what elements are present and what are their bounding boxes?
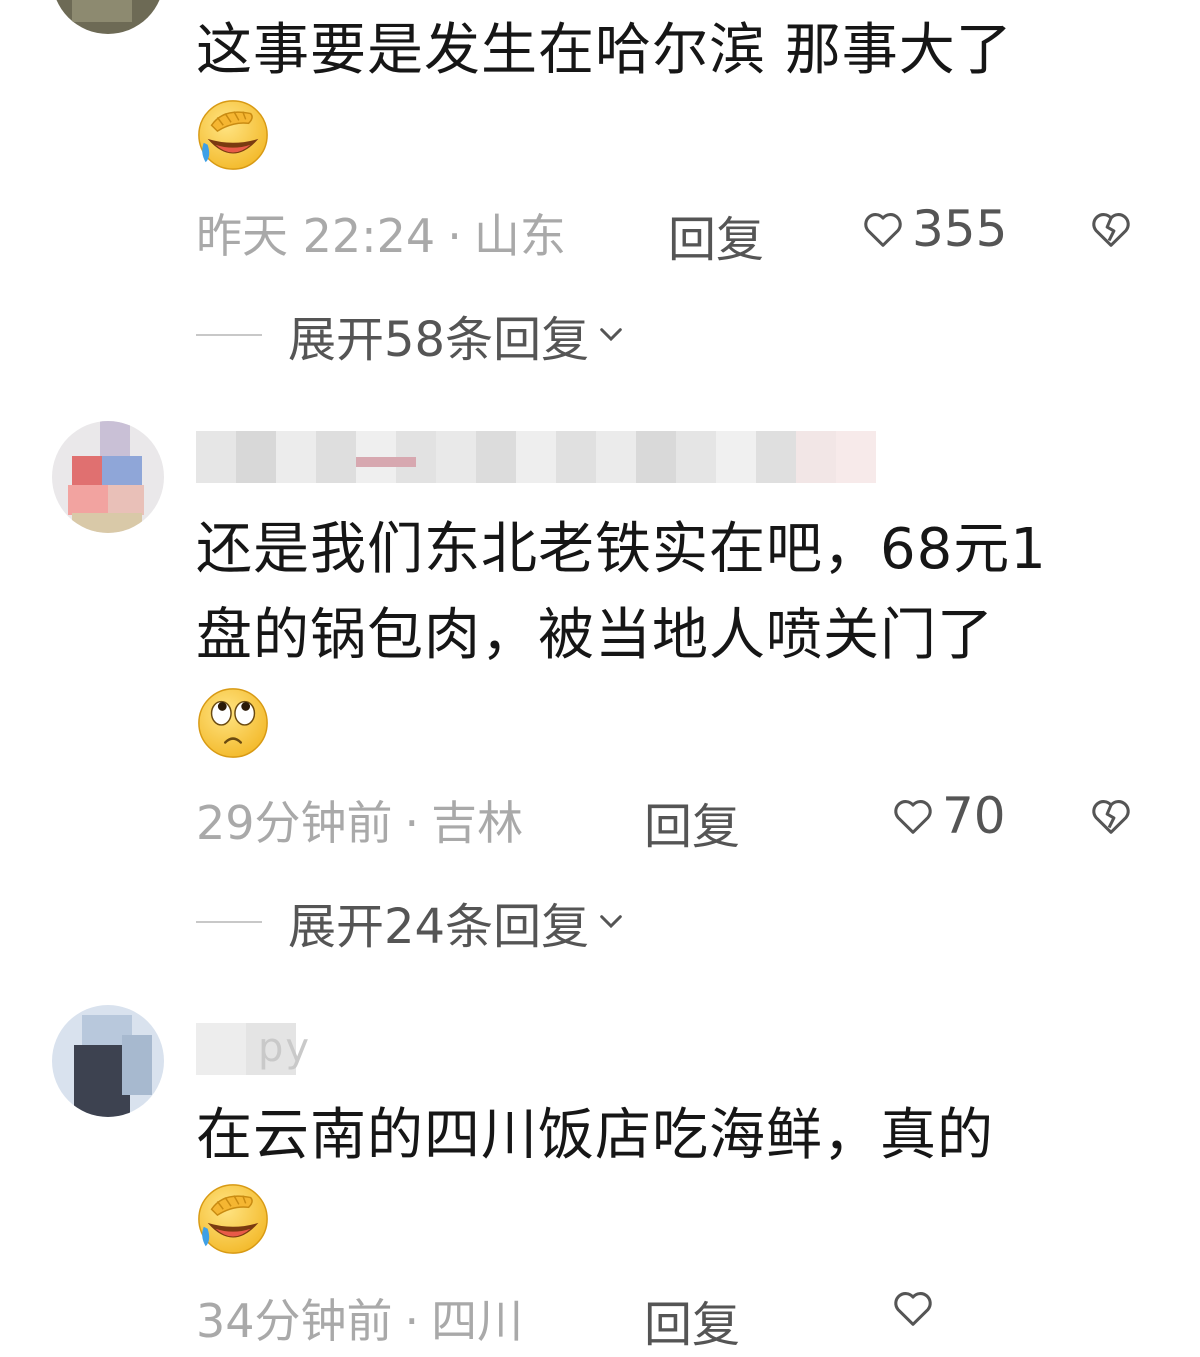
meta-separator: ·: [447, 209, 462, 263]
meta-separator: ·: [404, 1294, 420, 1348]
comment-text: 在云南的四川饭店吃海鲜，真的: [196, 1093, 1156, 1179]
meta-separator: ·: [404, 796, 420, 850]
facepalm-laugh-emoji: [198, 100, 268, 170]
comment-text-line: 盘的锅包肉，被当地人喷关门了: [196, 603, 994, 668]
like-count: 355: [912, 200, 1008, 258]
divider-line: [196, 921, 262, 923]
heart-icon: [894, 800, 932, 834]
like-button[interactable]: 70: [890, 787, 1006, 845]
expand-replies-label: 展开24条回复: [288, 899, 590, 955]
comment-text: 这事要是发生在哈尔滨 那事大了: [196, 8, 1156, 94]
avatar[interactable]: [52, 0, 164, 34]
comment-location: 四川: [431, 1294, 524, 1348]
comment-time: 29分钟前: [196, 796, 393, 850]
comment-time: 昨天 22:24: [196, 209, 436, 263]
comment-location: 山东: [473, 209, 566, 263]
comment-text-line: 这事要是发生在哈尔滨 那事大了: [196, 18, 1013, 83]
eye-roll-emoji: [198, 688, 268, 758]
reply-button[interactable]: 回复: [644, 787, 740, 857]
chevron-down-icon: [600, 915, 622, 929]
comment-location: 吉林: [431, 796, 524, 850]
avatar[interactable]: [52, 421, 164, 533]
heart-icon: [864, 213, 902, 247]
broken-heart-icon[interactable]: [1088, 206, 1134, 252]
chevron-down-icon: [600, 328, 622, 342]
comment-meta: 昨天 22:24 · 山东: [196, 200, 566, 266]
divider-line: [196, 334, 262, 336]
username-blurred[interactable]: [196, 431, 876, 483]
broken-heart-icon[interactable]: [1088, 793, 1134, 839]
comment-text-line: 还是我们东北老铁实在吧，68元1: [196, 517, 1047, 582]
comment-time: 34分钟前: [196, 1294, 393, 1348]
comment-text: 还是我们东北老铁实在吧，68元1 盘的锅包肉，被当地人喷关门了: [196, 507, 1156, 679]
reply-button[interactable]: 回复: [644, 1285, 740, 1355]
comment-2: 还是我们东北老铁实在吧，68元1 盘的锅包肉，被当地人喷关门了 29分钟前 · 吉林…: [0, 395, 1200, 985]
comment-text-line: 在云南的四川饭店吃海鲜，真的: [196, 1103, 994, 1168]
like-count: 70: [942, 787, 1006, 845]
like-button[interactable]: 355: [860, 200, 1007, 258]
comment-1: 这事要是发生在哈尔滨 那事大了 昨天 22:24 · 山东 回复 355 展开58条…: [0, 0, 1200, 395]
avatar[interactable]: [52, 1005, 164, 1117]
heart-icon: [894, 1292, 932, 1326]
expand-replies[interactable]: 展开58条回复: [196, 300, 627, 370]
comment-meta: 34分钟前 · 四川: [196, 1285, 523, 1351]
reply-button[interactable]: 回复: [668, 200, 764, 270]
comment-meta: 29分钟前 · 吉林: [196, 787, 523, 853]
facepalm-laugh-emoji: [198, 1184, 268, 1254]
expand-replies-label: 展开58条回复: [288, 312, 590, 368]
expand-replies[interactable]: 展开24条回复: [196, 887, 627, 957]
username-tail[interactable]: py: [258, 1025, 311, 1071]
like-button[interactable]: [890, 1285, 942, 1331]
comment-3: py 在云南的四川饭店吃海鲜，真的 34分钟前 · 四川 回复: [0, 985, 1200, 1357]
